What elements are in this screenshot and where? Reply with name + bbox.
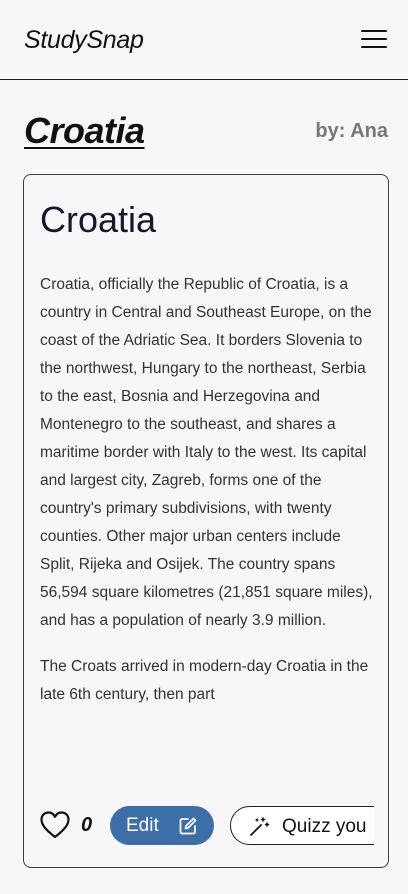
note-card: Croatia Croatia, officially the Republic… (23, 174, 389, 868)
author-label: by: Ana (315, 120, 388, 142)
hamburger-menu-icon[interactable] (361, 30, 387, 50)
card-body: Croatia, officially the Republic of Croa… (40, 271, 375, 791)
quiz-button[interactable]: Quizz you (230, 806, 374, 845)
brand-logo[interactable]: StudySnap (24, 26, 144, 55)
menu-bar (361, 38, 387, 40)
card-actions: 0 Edit Quizz you (40, 805, 374, 845)
magic-wand-icon (250, 817, 270, 836)
card-paragraph: Croatia, officially the Republic of Croa… (40, 276, 373, 629)
edit-button[interactable]: Edit (110, 806, 214, 845)
card-paragraph: The Croats arrived in modern-day Croatia… (40, 658, 369, 703)
menu-bar (361, 46, 387, 48)
menu-bar (361, 30, 387, 32)
like-count: 0 (81, 814, 93, 836)
card-title: Croatia (40, 199, 157, 240)
page-title: Croatia (24, 110, 145, 151)
quiz-button-label: Quizz you (282, 816, 367, 837)
edit-button-label: Edit (126, 815, 159, 836)
heart-icon[interactable] (40, 811, 70, 839)
top-navbar: StudySnap (0, 0, 408, 80)
edit-icon (179, 817, 197, 835)
